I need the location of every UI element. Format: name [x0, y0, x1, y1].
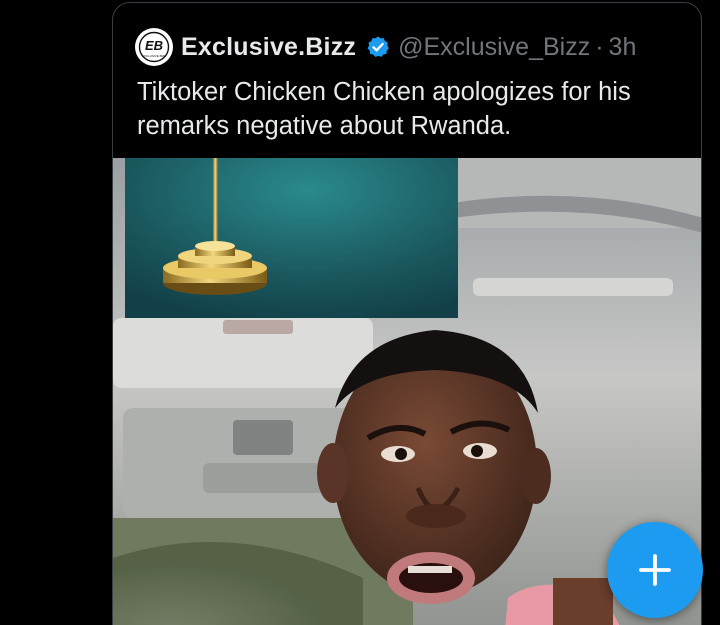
timestamp[interactable]: 3h [609, 33, 637, 62]
avatar-logo-subtext: EXCLUSIVE BIZZ [142, 54, 166, 58]
tweet-header: EB EXCLUSIVE BIZZ Exclusive.Bizz @Exclus… [135, 27, 636, 67]
quoted-tweet-card[interactable]: EB EXCLUSIVE BIZZ Exclusive.Bizz @Exclus… [112, 2, 702, 625]
exclusive-bizz-logo-icon: EB EXCLUSIVE BIZZ [136, 29, 172, 65]
screen: EB EXCLUSIVE BIZZ Exclusive.Bizz @Exclus… [0, 0, 720, 625]
display-name[interactable]: Exclusive.Bizz [181, 33, 356, 62]
user-handle[interactable]: @Exclusive_Bizz [398, 33, 590, 62]
compose-fab-button[interactable] [607, 522, 703, 618]
avatar[interactable]: EB EXCLUSIVE BIZZ [135, 28, 173, 66]
separator-dot: · [595, 32, 604, 61]
plus-icon [639, 554, 671, 586]
verified-badge-icon [367, 36, 389, 57]
avatar-logo-text: EB [145, 38, 163, 53]
tweet-text: Tiktoker Chicken Chicken apologizes for … [137, 78, 631, 140]
